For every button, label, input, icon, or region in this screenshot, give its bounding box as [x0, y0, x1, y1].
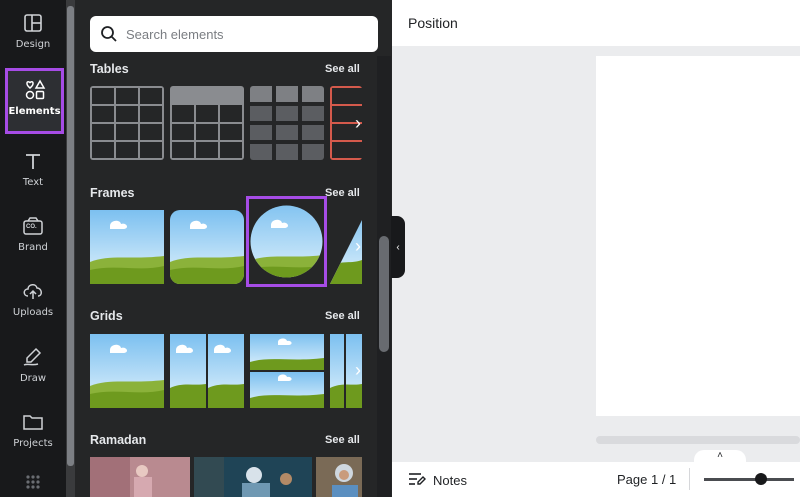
panel-scrollbar-thumb[interactable]: [67, 6, 74, 466]
app-window: Design Elements Text CO. Brand Uploads D…: [0, 0, 800, 497]
zoom-slider[interactable]: [704, 478, 794, 481]
grids-next-chevron-right-icon[interactable]: ›: [348, 352, 368, 388]
rail-label-uploads: Uploads: [12, 307, 54, 318]
section-title-grids: Grids: [90, 309, 123, 323]
rail-item-design[interactable]: Design: [0, 6, 66, 68]
see-all-ramadan[interactable]: See all: [325, 434, 370, 446]
see-all-grids[interactable]: See all: [325, 310, 370, 322]
rail-label-design: Design: [15, 39, 51, 50]
pages-toggle-chevron-up-icon[interactable]: ˄: [694, 450, 746, 466]
notes-button[interactable]: Notes: [408, 472, 467, 489]
frame-circle-selected[interactable]: [246, 196, 327, 287]
see-all-frames[interactable]: See all: [325, 187, 370, 199]
rail-label-projects: Projects: [13, 438, 53, 449]
rail-item-elements[interactable]: Elements: [5, 68, 64, 134]
grid-thumbnail[interactable]: [170, 334, 244, 408]
rail-item-brand[interactable]: CO. Brand: [0, 209, 66, 271]
table-thumbnail[interactable]: [90, 86, 164, 160]
rail-label-draw: Draw: [19, 373, 47, 384]
frame-thumbnail[interactable]: [170, 210, 244, 284]
draw-icon: [22, 346, 44, 368]
elements-scrollbar-thumb[interactable]: [379, 236, 389, 352]
rail-label-elements: Elements: [8, 106, 61, 117]
see-all-tables[interactable]: See all: [325, 63, 370, 75]
editor-toolbar: Position: [392, 0, 800, 46]
zoom-slider-handle[interactable]: [755, 473, 767, 485]
tables-next-chevron-right-icon[interactable]: ›: [348, 105, 368, 141]
ramadan-photo-thumbnail[interactable]: [316, 457, 362, 497]
brand-badge: CO.: [26, 224, 37, 230]
section-title-ramadan: Ramadan: [90, 433, 147, 447]
section-title-tables: Tables: [90, 62, 129, 76]
page-indicator[interactable]: Page 1 / 1: [617, 472, 676, 487]
rail-item-uploads[interactable]: Uploads: [0, 274, 66, 336]
rail-item-text[interactable]: Text: [0, 144, 66, 206]
rail-label-text: Text: [22, 177, 44, 188]
search-input[interactable]: Search elements: [90, 16, 378, 52]
rail-item-draw[interactable]: Draw: [0, 340, 66, 402]
frame-thumbnail[interactable]: [90, 210, 164, 284]
search-placeholder: Search elements: [126, 26, 224, 42]
collapse-panel-chevron-left-icon[interactable]: ‹: [391, 216, 405, 278]
notes-icon: [408, 472, 426, 489]
rail-item-projects[interactable]: Projects: [0, 405, 66, 467]
projects-icon: [22, 411, 44, 433]
uploads-icon: [22, 280, 44, 302]
grid-thumbnail[interactable]: [250, 334, 324, 408]
grid-thumbnail[interactable]: [90, 334, 164, 408]
section-title-frames: Frames: [90, 186, 135, 200]
notes-label: Notes: [433, 473, 467, 488]
design-icon: [22, 12, 44, 34]
elements-icon: [24, 79, 46, 101]
position-button[interactable]: Position: [408, 15, 458, 31]
panel-scrollbar[interactable]: [66, 0, 75, 497]
editor-footer: ˄ Notes Page 1 / 1: [392, 450, 800, 497]
frames-next-chevron-right-icon[interactable]: ›: [348, 228, 368, 264]
canvas-horizontal-scrollbar[interactable]: [596, 436, 800, 444]
elements-scrollbar[interactable]: [377, 56, 391, 497]
search-icon: [100, 25, 118, 46]
brand-icon: CO.: [22, 215, 44, 237]
side-rail: Design Elements Text CO. Brand Uploads D…: [0, 0, 66, 497]
apps-grid-icon[interactable]: [25, 474, 41, 495]
ramadan-photo-thumbnail[interactable]: [194, 457, 312, 497]
table-thumbnail[interactable]: [170, 86, 244, 160]
table-thumbnail[interactable]: [250, 86, 324, 160]
text-icon: [22, 150, 44, 172]
rail-label-brand: Brand: [18, 242, 48, 253]
footer-divider: [689, 468, 690, 490]
ramadan-photo-thumbnail[interactable]: [90, 457, 190, 497]
design-canvas[interactable]: [596, 56, 800, 416]
